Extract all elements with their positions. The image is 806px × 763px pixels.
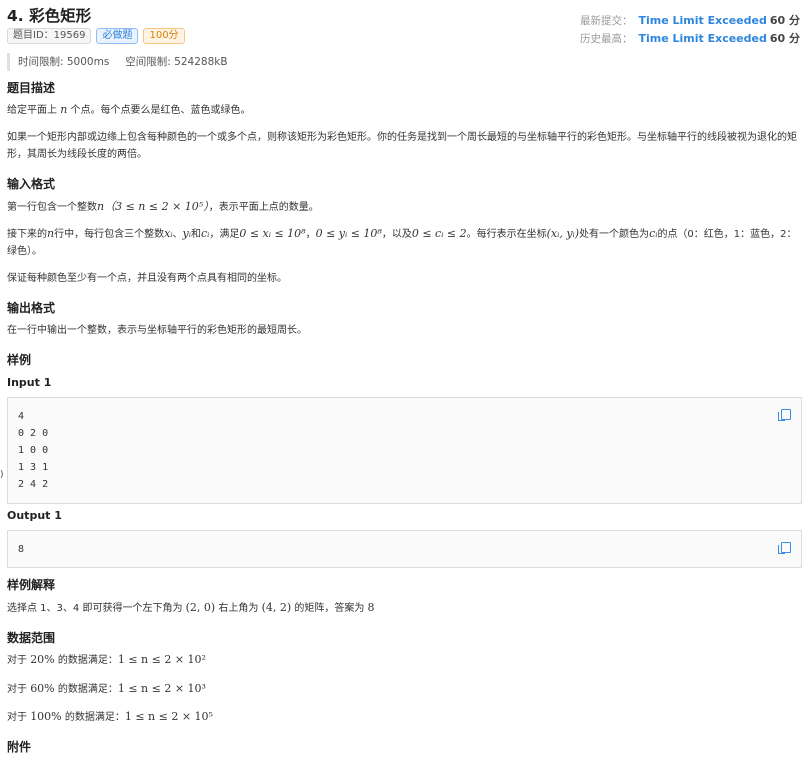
input-format-line2: 接下来的n行中，每行包含三个整数xᵢ、yᵢ和cᵢ，满足0 ≤ xᵢ ≤ 10⁸，…	[7, 227, 797, 257]
best-result-link[interactable]: Time Limit Exceeded	[638, 32, 766, 45]
copy-icon[interactable]	[778, 409, 791, 421]
constraint-row: 对于 100% 的数据满足：1 ≤ n ≤ 2 × 10⁵	[7, 710, 213, 723]
explanation-text: 选择点 1、3、4 即可获得一个左下角为 (2, 0) 右上角为 (4, 2) …	[7, 601, 375, 614]
best-score: 60 分	[769, 32, 800, 45]
memory-limit: 空间限制: 524288kB	[125, 56, 228, 68]
constraint-row: 对于 20% 的数据满足：1 ≤ n ≤ 2 × 10²	[7, 653, 206, 666]
latest-label: 最新提交：	[579, 15, 633, 27]
latest-score: 60 分	[769, 14, 800, 27]
score-tag: 100分	[143, 28, 185, 44]
sample-output-code: 8	[18, 544, 25, 555]
edge-glyph: )	[0, 470, 4, 480]
latest-result-link[interactable]: Time Limit Exceeded	[638, 14, 766, 27]
problem-id-tag: 题目ID：19569	[7, 28, 92, 44]
time-limit: 时间限制: 5000ms	[18, 56, 110, 68]
latest-submission-status: 最新提交： Time Limit Exceeded 60 分	[580, 12, 800, 28]
input-format-line3: 保证每种颜色至少有一个点，并且没有两个点具有相同的坐标。	[7, 273, 287, 284]
constraint-row: 对于 60% 的数据满足：1 ≤ n ≤ 2 × 10³	[7, 682, 206, 695]
copy-icon[interactable]	[778, 542, 791, 554]
required-tag: 必做题	[96, 28, 139, 44]
constraints-heading: 数据范围	[7, 631, 56, 645]
best-submission-status: 历史最高： Time Limit Exceeded 60 分	[580, 30, 800, 46]
attachments-heading: 附件	[7, 740, 32, 754]
sample-output-label: Output 1	[7, 509, 62, 522]
samples-heading: 样例	[7, 353, 32, 367]
best-label: 历史最高：	[579, 33, 633, 45]
description-p2: 如果一个矩形内部或边缘上包含每种颜色的一个或多个点，则称该矩形为彩色矩形。你的任…	[7, 132, 797, 160]
problem-tags: 题目ID：19569 必做题 100分	[7, 28, 185, 44]
problem-title: 4. 彩色矩形	[7, 7, 92, 25]
problem-page: 4. 彩色矩形 题目ID：19569 必做题 100分 最新提交： Time Li…	[0, 0, 806, 763]
explanation-heading: 样例解释	[7, 578, 56, 592]
limits-bar: 时间限制: 5000ms 空间限制: 524288kB	[7, 53, 228, 71]
input-format-line1: 第一行包含一个整数n（3 ≤ n ≤ 2 × 10⁵），表示平面上点的数量。	[7, 200, 319, 213]
output-format-line1: 在一行中输出一个整数，表示与坐标轴平行的彩色矩形的最短周长。	[7, 325, 307, 336]
sample-output-box: 8	[7, 530, 802, 568]
output-format-heading: 输出格式	[7, 301, 56, 315]
sample-input-label: Input 1	[7, 376, 52, 389]
description-heading: 题目描述	[7, 81, 56, 95]
sample-input-code: 40 2 01 0 01 3 12 4 2	[18, 411, 49, 490]
input-format-heading: 输入格式	[7, 177, 56, 191]
sample-input-box: 40 2 01 0 01 3 12 4 2	[7, 397, 802, 504]
description-p1: 给定平面上 n 个点。每个点要么是红色、蓝色或绿色。	[7, 103, 251, 116]
